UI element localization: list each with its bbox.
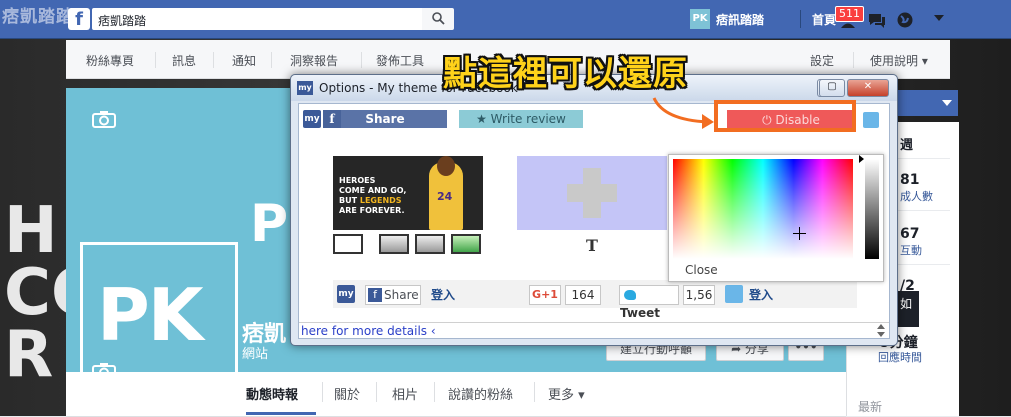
tab-photos[interactable]: 相片 [392,384,418,403]
menu-item-notifications[interactable]: 通知 [232,52,256,69]
notification-badge: 511 [835,6,864,22]
profile-name-link[interactable]: 痞訊踏踏 [716,11,764,28]
active-tab-indicator [246,412,316,415]
theme-thumbnail-add[interactable] [517,156,667,230]
facebook-icon: f [368,288,382,302]
watermark: 痞凱踏踏 [2,7,74,27]
menu-item-page[interactable]: 粉絲專頁 [86,52,134,69]
latest-label: 最新 [858,400,883,414]
globe-icon[interactable] [896,12,914,28]
search-icon [432,12,445,25]
layout-option-image-icon[interactable] [451,234,481,254]
facebook-logo-icon[interactable]: f [68,8,90,30]
profile-logo-text: PK [97,273,204,357]
menu-item-insights[interactable]: 洞察報告 [290,52,338,69]
layout-option-image-icon[interactable] [415,234,445,254]
close-color-picker-link[interactable]: Close [685,263,718,277]
divider [271,52,272,68]
text-style-icon[interactable]: T [579,236,605,256]
search-input[interactable]: 痞凱踏踏 [92,8,422,30]
player-head [437,156,455,176]
color-picker-popup: Close [668,154,884,282]
stat-value: 67 [900,226,920,242]
my-theme-icon: my [303,110,321,128]
avatar[interactable]: PK [690,9,710,29]
divider [800,10,801,28]
stats-header: 週 [900,138,914,153]
rainbow-logo-icon[interactable] [863,112,879,128]
tweet-button[interactable]: Tweet [619,285,679,320]
tab-about[interactable]: 關於 [334,384,360,403]
layout-option-image-icon[interactable] [379,234,409,254]
background-letters: H CO R [4,194,106,392]
menu-item-messages[interactable]: 訊息 [172,52,196,69]
rainbow-logo-icon[interactable] [725,285,743,303]
maximize-button[interactable]: ▢ [819,79,845,97]
social-share-row: my f Share 登入 G+1 164 Tweet 1,56 登入 [333,280,857,320]
facebook-share-button[interactable]: f Share [323,110,447,128]
menu-item-settings[interactable]: 設定 [810,52,834,69]
color-spectrum[interactable] [673,159,853,259]
status-bar: here for more details ‹ [299,322,889,338]
stat-value: 81 [900,172,920,188]
google-plus-button[interactable]: G+1 [529,285,561,305]
app-icon: my [297,81,313,95]
my-theme-icon: my [337,285,355,303]
write-review-button[interactable]: ★ Write review [459,110,583,128]
divider [853,52,854,68]
facebook-top-bar: 痞凱踏踏 f 痞凱踏踏 PK 痞訊踏踏 首頁 511 [0,0,1011,39]
theme-quote: HEROES COME AND GO, BUT LEGENDS ARE FORE… [339,176,407,215]
annotation-highlight-frame [714,100,856,132]
divider [213,52,214,68]
google-plus-count: 164 [565,285,601,305]
camera-icon[interactable] [92,110,116,128]
stat-label-link[interactable]: 成人數 [900,188,933,204]
home-link[interactable]: 首頁 [812,11,836,28]
crosshair-icon [793,227,806,240]
annotation-text: 點這裡可以還原 [443,54,688,94]
twitter-bird-icon [624,290,636,300]
brightness-marker-icon[interactable] [859,155,864,163]
divider [534,382,535,402]
tweet-count: 1,56 [683,285,715,305]
account-menu-chevron-down-icon[interactable] [934,15,944,21]
more-details-link[interactable]: here for more details ‹ [301,324,436,338]
scroll-up-icon[interactable] [877,324,885,329]
brightness-slider[interactable] [865,159,879,259]
scroll-down-icon[interactable] [877,332,885,337]
search-value: 痞凱踏踏 [98,14,147,28]
annotation-arrow-icon [652,97,714,129]
close-window-button[interactable]: ✕ [847,79,889,97]
page-category: 網站 [242,347,269,362]
divider [155,52,156,68]
search-button[interactable] [422,8,454,30]
tab-likes[interactable]: 說讚的粉絲 [448,384,513,403]
divider [434,382,435,402]
share-label: Share [365,112,405,126]
divider [376,382,377,402]
divider [361,52,362,68]
theme-thumbnail-kobe[interactable]: HEROES COME AND GO, BUT LEGENDS ARE FORE… [333,156,483,230]
tab-timeline[interactable]: 動態時報 [246,384,298,403]
login-link[interactable]: 登入 [749,286,773,303]
stat-label-link[interactable]: 互動 [900,242,922,258]
tab-more[interactable]: 更多 ▾ [548,384,585,403]
messages-icon[interactable] [868,12,886,28]
page-tabs: 動態時報 關於 相片 說讚的粉絲 更多 ▾ [66,372,846,417]
chevron-down-icon [942,100,952,106]
login-link[interactable]: 登入 [431,286,455,303]
divider [322,382,323,402]
stat-label-link[interactable]: 回應時間 [878,349,922,365]
layout-option-blank[interactable] [333,234,363,254]
facebook-share-button[interactable]: f Share [365,285,421,305]
menu-item-publishing-tools[interactable]: 發佈工具 [376,52,424,69]
plus-icon [567,184,617,202]
menu-item-help[interactable]: 使用說明 ▾ [870,52,928,69]
jersey-number: 24 [437,190,453,203]
